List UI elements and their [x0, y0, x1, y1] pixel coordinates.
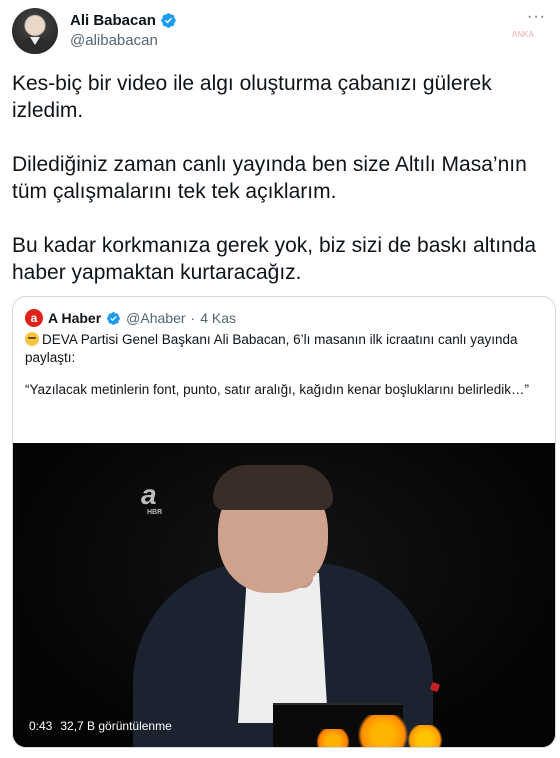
video-flower	[313, 729, 353, 747]
video-flower	[405, 725, 445, 747]
verified-badge-icon	[161, 13, 176, 28]
quoted-author-name[interactable]: A Haber	[48, 310, 101, 326]
author-avatar[interactable]	[12, 8, 58, 54]
quoted-tweet-card[interactable]: a A Haber @Ahaber · 4 Kas DEVA Partisi G…	[12, 296, 556, 748]
video-person-hair	[213, 465, 333, 510]
quoted-paragraph-text: DEVA Partisi Genel Başkanı Ali Babacan, …	[25, 332, 518, 365]
separator-dot: ·	[190, 310, 196, 326]
quoted-author-handle[interactable]: @Ahaber	[126, 310, 185, 326]
author-name-row[interactable]: Ali Babacan	[70, 12, 177, 29]
video-stats-overlay: 0:43 32,7 B görüntülenme	[29, 719, 172, 733]
author-handle[interactable]: @alibabacan	[70, 32, 158, 49]
video-flower	[353, 715, 413, 747]
quoted-tweet-date[interactable]: 4 Kas	[200, 310, 236, 326]
ahaber-logo-icon: a	[25, 309, 43, 327]
video-player[interactable]: a HBR 0:43 32,7 B görüntülenme	[13, 443, 555, 747]
tweet-paragraph: Dilediğiniz zaman canlı yayında ben size…	[12, 153, 527, 203]
watermark: ANKA	[512, 30, 534, 39]
author-display-name[interactable]: Ali Babacan	[70, 12, 156, 29]
tweet-header: Ali Babacan @alibabacan ··· ANKA	[12, 8, 548, 56]
video-views: 32,7 B görüntülenme	[60, 719, 172, 733]
channel-logo-icon: a	[141, 479, 157, 510]
video-person-shirt	[238, 573, 328, 723]
quoted-paragraph: DEVA Partisi Genel Başkanı Ali Babacan, …	[25, 331, 545, 367]
verified-badge-icon	[107, 311, 121, 325]
tweet-paragraph: Bu kadar korkmanıza gerek yok, biz sizi …	[12, 234, 537, 284]
video-duration: 0:43	[29, 719, 53, 733]
quoted-tweet-header: a A Haber @Ahaber · 4 Kas	[25, 309, 236, 327]
thinking-face-emoji-icon	[25, 332, 39, 346]
more-dots-icon[interactable]: ···	[527, 8, 546, 26]
quoted-paragraph: “Yazılacak metinlerin font, punto, satır…	[25, 382, 529, 397]
tweet-body: Kes-biç bir video ile algı oluşturma çab…	[12, 70, 552, 286]
tweet-paragraph: Kes-biç bir video ile algı oluşturma çab…	[12, 72, 492, 122]
channel-logo-sub: HBR	[147, 509, 163, 516]
quoted-tweet-body: DEVA Partisi Genel Başkanı Ali Babacan, …	[25, 331, 545, 399]
